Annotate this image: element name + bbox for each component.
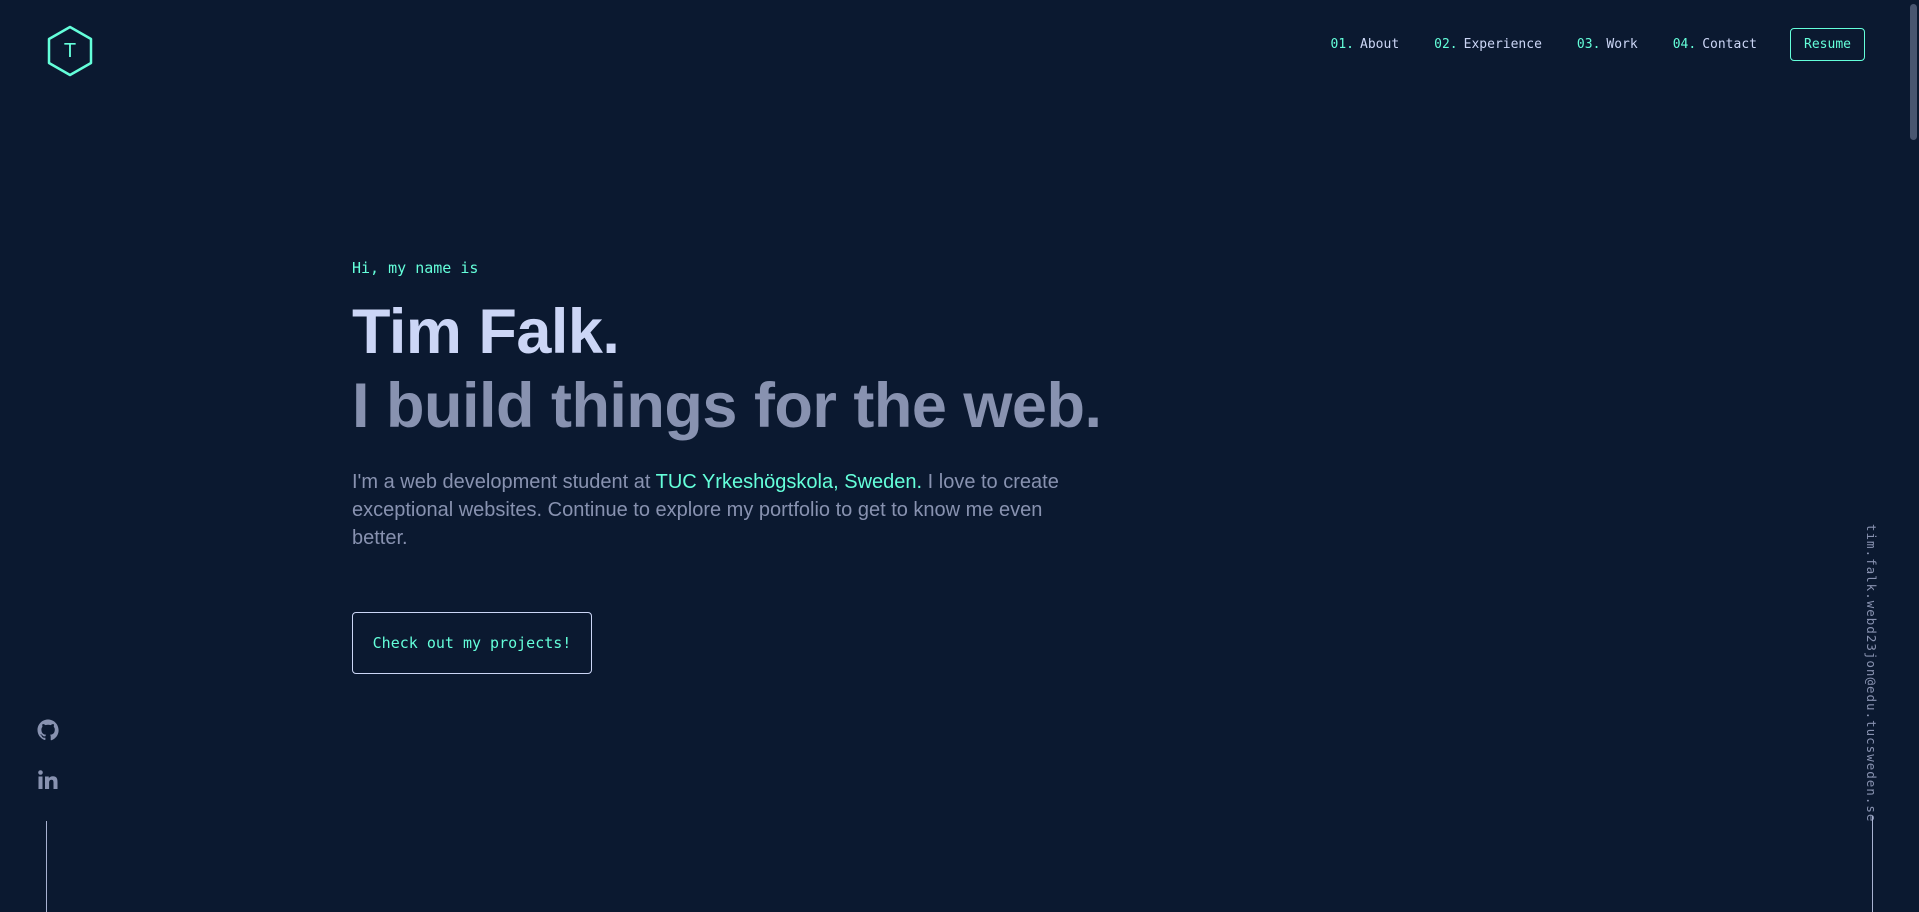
hero-intro: I'm a web development student at TUC Yrk… <box>352 468 1082 552</box>
nav-link-work[interactable]: 03. Work <box>1577 37 1638 52</box>
left-divider-line <box>46 821 47 912</box>
hero-name: Tim Falk. <box>352 297 620 367</box>
nav-number: 04. <box>1672 37 1697 52</box>
nav-link-contact[interactable]: 04. Contact <box>1673 37 1757 52</box>
right-divider-line <box>1872 816 1873 912</box>
nav-label: Work <box>1606 37 1638 52</box>
scrollbar-track[interactable] <box>1908 0 1919 912</box>
email-link[interactable]: tim.falk.webd23jon@edu.tucsweden.se <box>1864 524 1879 822</box>
intro-text: I'm a web development student at <box>352 471 656 493</box>
nav-number: 03. <box>1576 37 1601 52</box>
nav-link-about[interactable]: 01. About <box>1331 37 1400 52</box>
github-icon <box>37 719 59 741</box>
projects-button[interactable]: Check out my projects! <box>352 612 592 674</box>
github-link[interactable] <box>36 718 60 742</box>
nav-label: About <box>1360 37 1400 52</box>
nav-number: 01. <box>1330 37 1355 52</box>
linkedin-link[interactable] <box>36 768 60 792</box>
resume-button[interactable]: Resume <box>1790 28 1865 61</box>
scrollbar-thumb[interactable] <box>1910 4 1917 140</box>
hero-section: Hi, my name is Tim Falk. I build things … <box>352 258 1152 552</box>
logo[interactable]: T <box>46 25 94 77</box>
hero-greeting: Hi, my name is <box>352 259 479 277</box>
hero-tagline: I build things for the web. <box>352 371 1102 441</box>
logo-letter: T <box>63 39 77 62</box>
nav-label: Experience <box>1463 37 1542 52</box>
school-link[interactable]: TUC Yrkeshögskola, Sweden. <box>656 471 922 493</box>
nav-label: Contact <box>1702 37 1757 52</box>
main-nav: 01. About 02. Experience 03. Work 04. Contac… <box>1331 37 1757 52</box>
nav-number: 02. <box>1434 37 1458 52</box>
linkedin-icon <box>38 770 58 789</box>
nav-link-experience[interactable]: 02. Experience <box>1434 37 1542 52</box>
